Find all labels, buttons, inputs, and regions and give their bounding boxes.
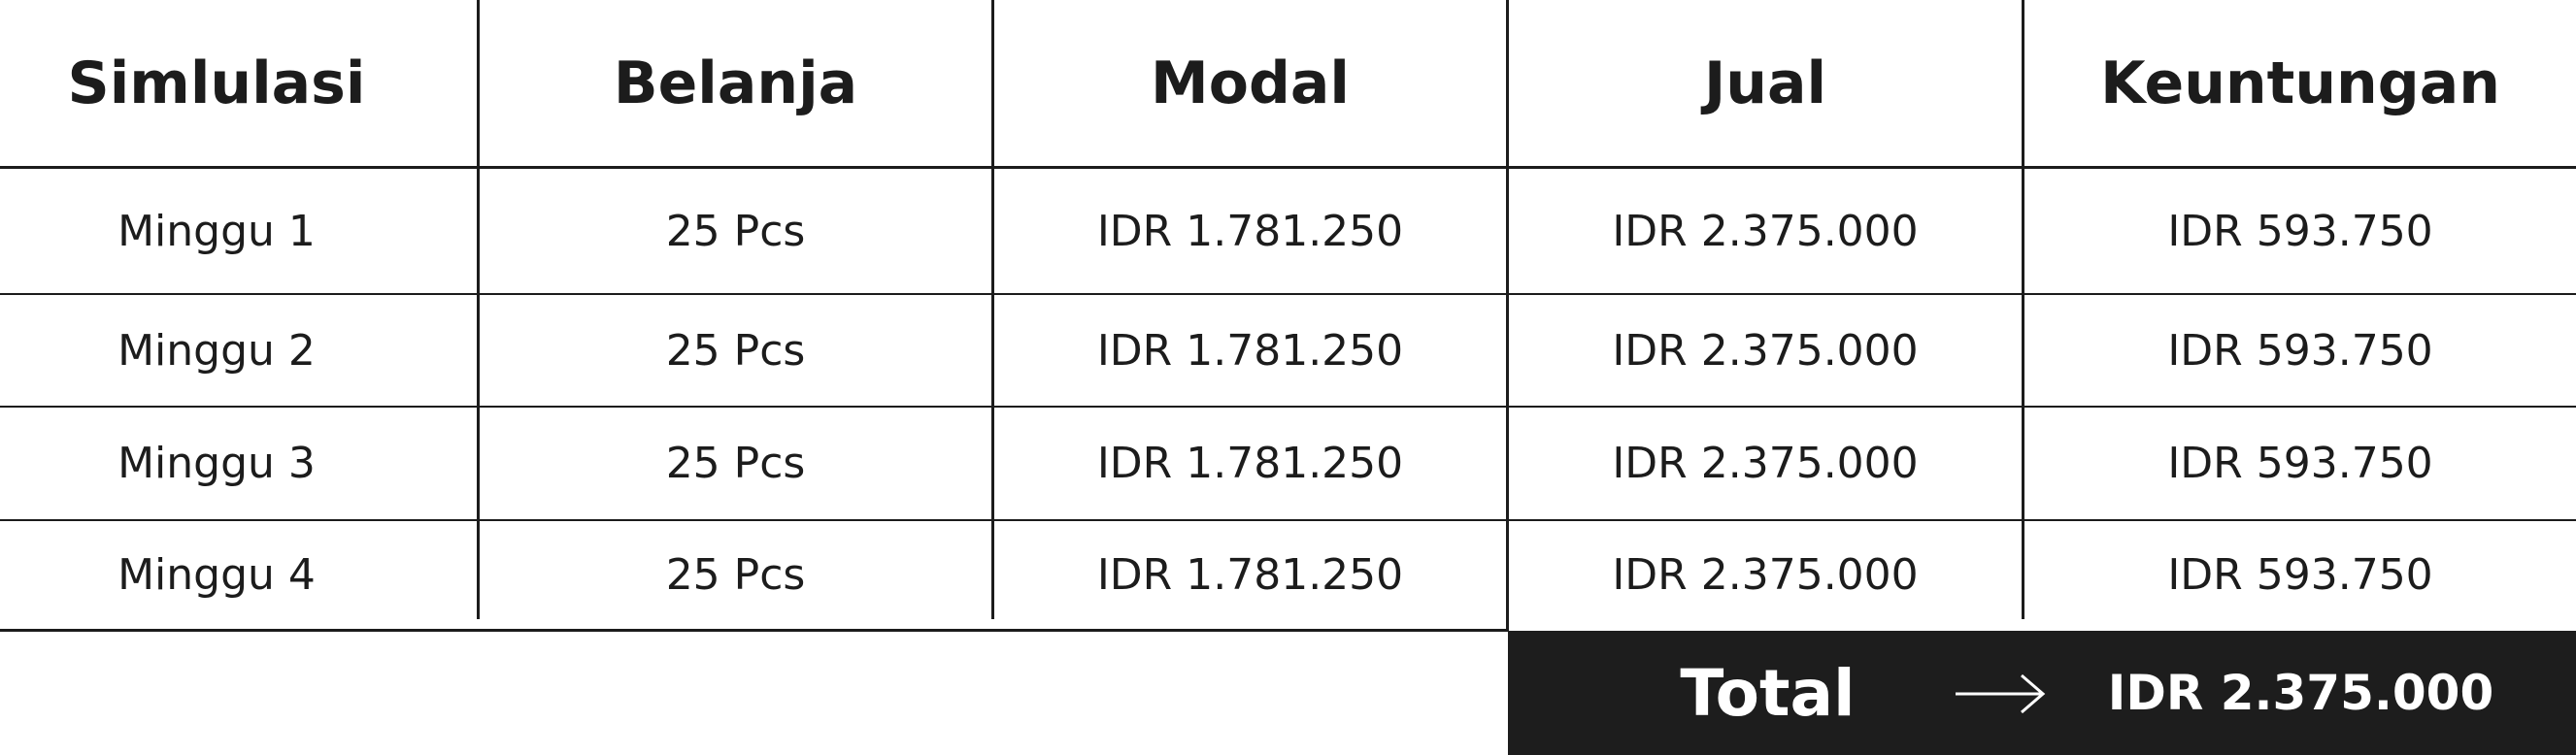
week-cell: Minggu 4 bbox=[117, 550, 316, 600]
week-cell: Minggu 1 bbox=[117, 206, 316, 256]
capital-cell: IDR 1.781.250 bbox=[1096, 550, 1404, 600]
column-header-modal: Modal bbox=[1151, 49, 1350, 117]
profit-cell: IDR 593.750 bbox=[2167, 206, 2433, 256]
capital-cell: IDR 1.781.250 bbox=[1096, 325, 1404, 376]
sale-cell: IDR 2.375.000 bbox=[1612, 325, 1919, 376]
profit-cell: IDR 593.750 bbox=[2167, 325, 2433, 376]
week-cell: Minggu 3 bbox=[117, 439, 316, 488]
column-header-belanja: Belanja bbox=[613, 49, 858, 117]
purchase-cell: 25 Pcs bbox=[665, 439, 806, 488]
total-label: Total bbox=[1680, 655, 1856, 731]
capital-cell: IDR 1.781.250 bbox=[1096, 206, 1404, 256]
purchase-cell: 25 Pcs bbox=[665, 206, 806, 256]
column-header-keuntungan: Keuntungan bbox=[2100, 49, 2500, 117]
profit-cell: IDR 593.750 bbox=[2167, 439, 2433, 488]
purchase-cell: 25 Pcs bbox=[665, 325, 806, 376]
profit-simulation-table: Simlulasi Belanja Modal Jual Keuntungan … bbox=[0, 0, 2576, 755]
sale-cell: IDR 2.375.000 bbox=[1612, 550, 1919, 600]
sale-cell: IDR 2.375.000 bbox=[1612, 206, 1919, 256]
column-header-simulasi: Simlulasi bbox=[67, 49, 366, 117]
total-value: IDR 2.375.000 bbox=[2107, 665, 2494, 721]
purchase-cell: 25 Pcs bbox=[665, 550, 806, 600]
profit-cell: IDR 593.750 bbox=[2167, 550, 2433, 600]
column-header-jual: Jual bbox=[1703, 49, 1827, 117]
sale-cell: IDR 2.375.000 bbox=[1612, 439, 1919, 488]
capital-cell: IDR 1.781.250 bbox=[1096, 439, 1404, 488]
week-cell: Minggu 2 bbox=[117, 325, 316, 376]
table-bottom-line bbox=[0, 629, 1508, 632]
